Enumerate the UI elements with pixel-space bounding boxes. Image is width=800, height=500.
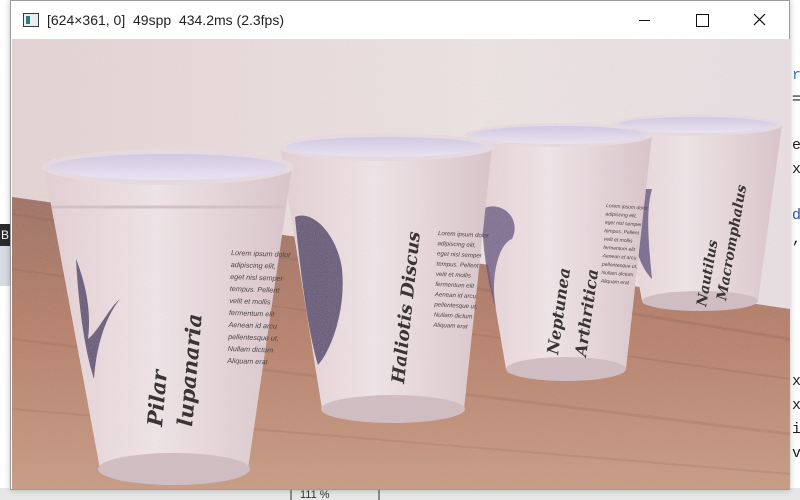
code-fragment: x xyxy=(792,397,800,414)
render-viewport[interactable]: Pilar lupanaria Haliotis Discus Neptunea… xyxy=(12,39,790,489)
code-fragment: i xyxy=(792,421,800,438)
statusbar-separator xyxy=(378,490,380,500)
rendered-scene: Pilar lupanaria Haliotis Discus Neptunea… xyxy=(12,39,790,489)
body-text-line: eget nisl semper xyxy=(230,272,284,283)
code-fragment: x xyxy=(792,373,800,390)
minimize-button[interactable] xyxy=(621,1,667,39)
code-fragment: x xyxy=(792,161,800,178)
background-app-code-editor: r = e x d , x x i v xyxy=(790,0,800,500)
maximize-button[interactable] xyxy=(679,1,725,39)
background-app-left-strip xyxy=(0,246,10,286)
title-bar[interactable]: [624×361, 0] 49spp 434.2ms (2.3fps) xyxy=(11,1,789,39)
window-title: [624×361, 0] 49spp 434.2ms (2.3fps) xyxy=(47,12,284,28)
code-fragment: d xyxy=(792,207,800,224)
code-fragment: r xyxy=(792,67,800,84)
body-text-line: fermentum elit xyxy=(229,308,276,319)
code-fragment: , xyxy=(792,232,800,248)
cup-label: Pilar xyxy=(142,367,172,428)
body-text-line: adipiscing elit, xyxy=(231,260,276,271)
body-text-line: velit et mollis xyxy=(229,296,271,306)
body-text-line: Aliquam erat xyxy=(226,356,269,366)
code-fragment: = xyxy=(792,91,800,108)
body-text-line: Nullam dictum xyxy=(228,344,274,355)
render-window[interactable]: [624×361, 0] 49spp 434.2ms (2.3fps) Pila… xyxy=(10,0,790,490)
code-fragment: v xyxy=(792,445,800,462)
code-fragment: e xyxy=(792,137,800,154)
background-app-left-label: B xyxy=(0,224,10,246)
statusbar-separator xyxy=(290,490,292,500)
close-icon xyxy=(753,13,766,26)
close-button[interactable] xyxy=(736,1,782,39)
body-text-line: tempus. Pellent xyxy=(230,284,281,295)
body-text-line: Aenean id arcu xyxy=(227,320,277,331)
zoom-level[interactable]: 111 % xyxy=(300,489,330,500)
body-text-line: pellentesque ut, xyxy=(227,332,279,343)
app-icon xyxy=(23,13,39,27)
